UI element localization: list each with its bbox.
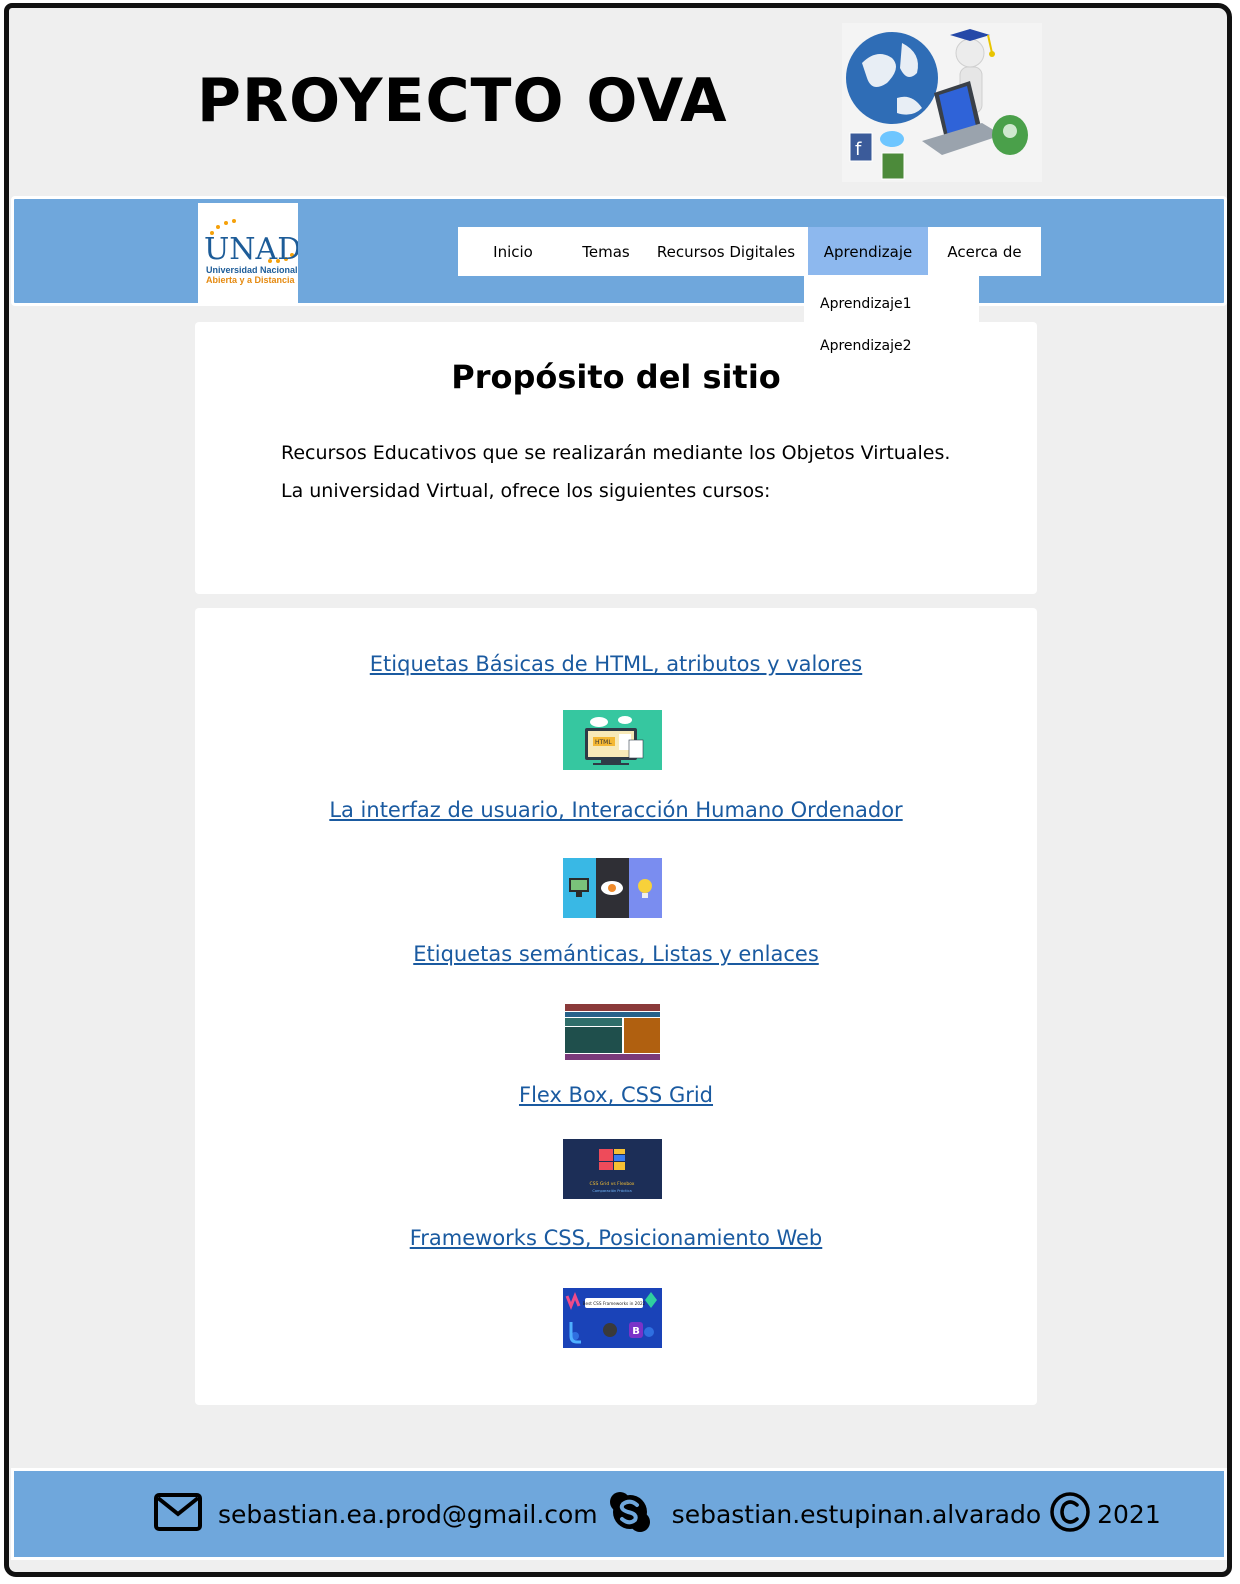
logo-u: UNAD <box>204 232 298 267</box>
nav-item-inicio[interactable]: Inicio <box>458 227 568 276</box>
nav-band: UNAD Universidad Nacional Abierta y a Di… <box>11 196 1227 306</box>
courses-card: Etiquetas Básicas de HTML, atributos y v… <box>195 608 1037 1405</box>
thumb-grid-text: CSS Grid vs Flexbox <box>590 1181 635 1187</box>
copyright-icon <box>1049 1491 1091 1537</box>
html-tags-thumbnail[interactable]: HTML <box>563 710 662 770</box>
nav-item-aprendizaje[interactable]: Aprendizaje <box>808 227 928 276</box>
footer-email[interactable]: sebastian.ea.prod@gmail.com <box>218 1500 598 1529</box>
thumb-frameworks-text: Best CSS Frameworks in 2022 <box>583 1301 646 1306</box>
course-link-html-tags[interactable]: Etiquetas Básicas de HTML, atributos y v… <box>195 652 1037 676</box>
nav-item-recursos-digitales[interactable]: Recursos Digitales <box>644 227 808 276</box>
course-link-ui-hci[interactable]: La interfaz de usuario, Interacción Huma… <box>195 798 1037 822</box>
elearning-illustration: f <box>842 23 1042 182</box>
course-link-semantic-tags[interactable]: Etiquetas semánticas, Listas y enlaces <box>195 942 1037 966</box>
mail-icon[interactable] <box>154 1493 202 1535</box>
footer-year: 2021 <box>1097 1499 1161 1529</box>
css-frameworks-thumbnail[interactable]: Best CSS Frameworks in 2022 B <box>563 1288 662 1348</box>
nav-item-temas[interactable]: Temas <box>568 227 644 276</box>
main-menu: Inicio Temas Recursos Digitales Aprendiz… <box>458 227 1041 276</box>
css-grid-thumbnail[interactable]: CSS Grid vs Flexbox Comparación Práctica <box>563 1139 662 1199</box>
svg-text:f: f <box>855 139 862 160</box>
site-header: PROYECTO OVA f <box>9 8 1227 194</box>
thumb-html-text: HTML <box>595 739 612 746</box>
site-title: PROYECTO OVA <box>197 66 728 136</box>
logo-line3: Abierta y a Distancia <box>206 275 296 285</box>
semantic-layout-thumbnail[interactable] <box>563 1002 662 1062</box>
dropdown-item-aprendizaje2[interactable]: Aprendizaje2 <box>804 325 979 367</box>
dropdown-item-aprendizaje1[interactable]: Aprendizaje1 <box>804 283 979 325</box>
course-link-flexbox-grid[interactable]: Flex Box, CSS Grid <box>195 1083 1037 1107</box>
unad-logo[interactable]: UNAD Universidad Nacional Abierta y a Di… <box>198 203 301 303</box>
nav-item-acerca-de[interactable]: Acerca de <box>928 227 1041 276</box>
hci-thumbnail[interactable] <box>563 858 662 918</box>
page-frame: PROYECTO OVA f UNAD Universidad Nacional… <box>4 3 1232 1577</box>
course-link-css-frameworks[interactable]: Frameworks CSS, Posicionamiento Web <box>195 1226 1037 1250</box>
purpose-text: Recursos Educativos que se realizarán me… <box>281 434 1001 510</box>
footer-contact: sebastian.ea.prod@gmail.com sebastian.es… <box>154 1491 1161 1537</box>
purpose-line-2: La universidad Virtual, ofrece los sigui… <box>281 480 771 502</box>
skype-icon[interactable] <box>608 1490 652 1538</box>
logo-line2: Universidad Nacional <box>206 265 298 275</box>
footer-skype[interactable]: sebastian.estupinan.alvarado <box>672 1500 1041 1529</box>
thumb-grid-sub: Comparación Práctica <box>592 1189 631 1193</box>
thumb-frameworks-b: B <box>632 1326 640 1337</box>
aprendizaje-dropdown: Aprendizaje1 Aprendizaje2 <box>804 275 979 361</box>
purpose-line-1: Recursos Educativos que se realizarán me… <box>281 442 951 464</box>
site-footer: sebastian.ea.prod@gmail.com sebastian.es… <box>11 1468 1227 1560</box>
